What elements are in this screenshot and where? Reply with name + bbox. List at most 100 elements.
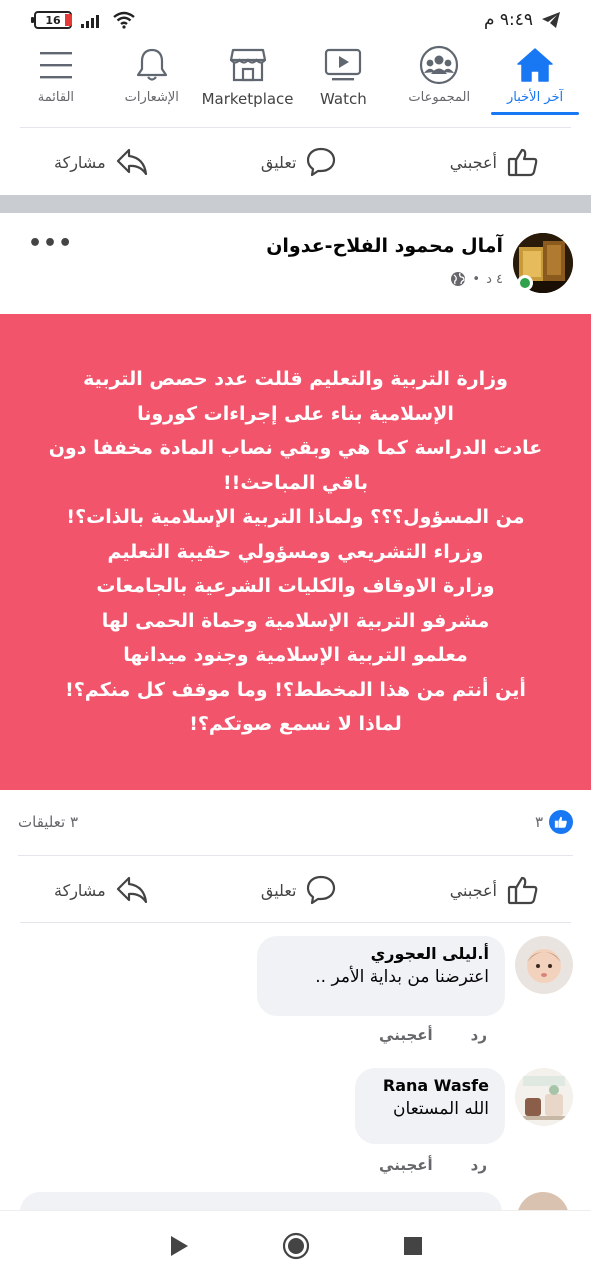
telegram-icon: [542, 12, 560, 28]
thumbs-up-icon: [507, 148, 538, 177]
post-content: وزارة التربية والتعليم قللت عدد حصص التر…: [0, 314, 591, 790]
post-line: عادت الدراسة كما هي وبقي نصاب المادة مخف…: [48, 437, 543, 460]
shop-icon: [229, 48, 266, 82]
comment: Rana Wasfe الله المستعان: [355, 1068, 573, 1144]
comment-label: تعليق: [260, 880, 297, 900]
square-icon: [403, 1236, 422, 1255]
signal-icon: [81, 15, 99, 28]
share-label: مشاركة: [54, 152, 106, 172]
post-line: باقي المباحث!!: [223, 471, 368, 494]
bell-icon: [136, 48, 167, 81]
video-icon: [325, 48, 362, 81]
comments-count[interactable]: ٣ تعليقات: [18, 813, 78, 831]
divider: [20, 127, 571, 128]
nav-notifications[interactable]: الإشعارات: [104, 40, 200, 118]
feed-separator: [0, 195, 591, 213]
commenter-avatar[interactable]: [515, 936, 573, 994]
nav-home[interactable]: آخر الأخبار: [487, 40, 583, 118]
comment-button[interactable]: تعليق: [261, 147, 337, 177]
share-button[interactable]: مشاركة: [54, 147, 148, 177]
wifi-icon: [113, 11, 135, 29]
reaction-count-value: ٣: [534, 813, 543, 831]
nav-label-groups: المجموعات: [408, 90, 471, 105]
comment-like-button[interactable]: أعجبني: [379, 1156, 433, 1174]
post-text: وزارة التربية والتعليم قللت عدد حصص التر…: [49, 362, 543, 742]
circle-icon: [282, 1232, 309, 1259]
nav-menu[interactable]: القائمة: [8, 40, 104, 118]
status-bar: 16 ٩:٤٩ م: [0, 0, 591, 40]
post-line: أين أنتم من هذا المخطط؟! وما موقف كل منك…: [65, 678, 526, 701]
reaction-count[interactable]: ٣: [535, 810, 573, 834]
comment-bubble[interactable]: أ.ليلى العجوري اعترضنا من بداية الأمر ..: [257, 936, 505, 1016]
nav-label-menu: القائمة: [37, 90, 75, 105]
system-back-button[interactable]: [159, 1226, 199, 1266]
like-label: أعجبني: [449, 880, 497, 900]
post-author-name[interactable]: آمال محمود الفلاح-عدوان: [266, 235, 503, 257]
like-button[interactable]: أعجبني: [450, 147, 539, 177]
comment-like-button[interactable]: أعجبني: [379, 1026, 433, 1044]
groups-icon: [420, 45, 459, 85]
top-nav: القائمة الإشعارات Marketplace Watch المج…: [0, 40, 591, 118]
share-button[interactable]: مشاركة: [54, 875, 148, 905]
previous-post-actions: مشاركة تعليق أعجبني: [0, 132, 591, 192]
post-line: الإسلامية بناء على إجراءات كورونا: [137, 402, 454, 425]
post-line: مشرفو التربية الإسلامية وحماة الحمى لها: [101, 609, 490, 632]
comment: أ.ليلى العجوري اعترضنا من بداية الأمر ..: [257, 936, 573, 1016]
system-recents-button[interactable]: [393, 1226, 433, 1266]
comment-reply-button[interactable]: رد: [471, 1026, 487, 1044]
share-icon: [116, 876, 147, 904]
comment-bubble[interactable]: Rana Wasfe الله المستعان: [355, 1068, 505, 1144]
post-meta: ٤ د •: [450, 271, 503, 287]
comment-reply-button[interactable]: رد: [471, 1156, 487, 1174]
home-icon: [517, 48, 553, 82]
post-line: وزراء التشريعي ومسؤولي حقيبة التعليم: [107, 540, 484, 563]
comment-button[interactable]: تعليق: [261, 875, 337, 905]
share-label: مشاركة: [54, 880, 106, 900]
post-header: آمال محمود الفلاح-عدوان ٤ د • •••: [0, 213, 591, 313]
nav-label-notifications: الإشعارات: [124, 90, 179, 105]
online-status-dot: [517, 275, 533, 291]
commenter-name[interactable]: Rana Wasfe: [371, 1076, 489, 1095]
clock: ٩:٤٩ م: [483, 10, 533, 30]
system-home-button[interactable]: [276, 1226, 316, 1266]
comment-icon: [307, 875, 336, 905]
nav-label-watch: Watch: [320, 90, 367, 108]
thumbs-up-icon: [507, 876, 538, 905]
comment-text: اعترضنا من بداية الأمر ..: [315, 967, 489, 987]
like-reaction-icon: [549, 810, 573, 834]
comment-actions: أعجبني رد: [379, 1026, 487, 1044]
nav-watch[interactable]: Watch: [295, 40, 391, 118]
post-time[interactable]: ٤ د: [486, 272, 503, 287]
status-icons: 16: [31, 11, 136, 29]
commenter-name[interactable]: أ.ليلى العجوري: [273, 944, 489, 963]
divider: [18, 855, 573, 856]
menu-icon: [39, 52, 72, 79]
post-line: وزارة التربية والتعليم قللت عدد حصص التر…: [83, 368, 508, 391]
comment-actions: أعجبني رد: [379, 1156, 487, 1174]
meta-dot: •: [472, 271, 481, 287]
post-more-button[interactable]: •••: [28, 231, 73, 256]
share-icon: [116, 148, 147, 176]
nav-marketplace[interactable]: Marketplace: [200, 40, 296, 118]
post-actions: مشاركة تعليق أعجبني: [0, 860, 591, 920]
globe-icon: [451, 272, 466, 286]
post-line: وزارة الاوقاف والكليات الشرعية بالجامعات: [96, 575, 495, 598]
nav-label-marketplace: Marketplace: [201, 90, 294, 108]
post-line: من المسؤول؟؟؟ ولماذا التربية الإسلامية ب…: [66, 506, 525, 529]
play-triangle-icon: [170, 1235, 188, 1256]
system-nav-bar: [0, 1210, 591, 1280]
post-line: لماذا لا نسمع صوتكم؟!: [189, 713, 402, 736]
status-right: ٩:٤٩ م: [484, 10, 561, 30]
battery-icon: 16: [31, 11, 72, 29]
comment-label: تعليق: [260, 152, 297, 172]
nav-label-home: آخر الأخبار: [506, 90, 564, 105]
comment-text: الله المستعان: [393, 1099, 489, 1119]
nav-groups[interactable]: المجموعات: [391, 40, 487, 118]
like-label: أعجبني: [449, 152, 497, 172]
commenter-avatar[interactable]: [515, 1068, 573, 1126]
battery-level: 16: [45, 13, 61, 27]
post-line: معلمو التربية الإسلامية وجنود ميدانها: [123, 644, 468, 667]
reactions-summary: ٣ تعليقات ٣: [0, 800, 591, 844]
like-button[interactable]: أعجبني: [450, 875, 539, 905]
divider: [20, 922, 571, 923]
